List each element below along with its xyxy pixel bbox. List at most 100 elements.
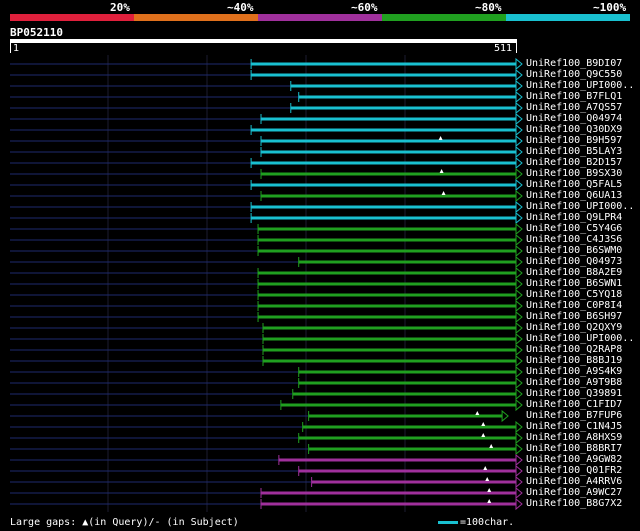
hit-aligned-bar[interactable] [251,183,516,187]
hit-aligned-bar[interactable] [258,227,516,231]
hit-aligned-bar[interactable] [308,414,503,418]
hit-end-arrow [515,299,523,313]
scale-legend: =100char. [438,517,514,528]
hit-aligned-bar[interactable] [258,304,516,308]
hit-end-arrow [515,156,523,170]
hit-label[interactable]: UniRef100_Q04974 [526,114,622,124]
hit-label[interactable]: UniRef100_B2D157 [526,158,622,168]
hit-label[interactable]: UniRef100_Q5FAL5 [526,180,622,190]
hit-aligned-bar[interactable] [298,95,516,99]
hit-aligned-bar[interactable] [261,172,516,176]
hit-label[interactable]: UniRef100_B8BJ19 [526,356,622,366]
hit-label[interactable]: UniRef100_B8BRI7 [526,444,622,454]
hit-aligned-bar[interactable] [251,62,516,66]
hit-label[interactable]: UniRef100_B7FLQ1 [526,92,622,102]
hit-label[interactable]: UniRef100_B5LAY3 [526,147,622,157]
hit-end-arrow [515,134,523,148]
hit-label[interactable]: UniRef100_C4J3S6 [526,235,622,245]
hit-label[interactable]: UniRef100_A7QS57 [526,103,622,113]
hit-label[interactable]: UniRef100_Q2RAP8 [526,345,622,355]
hit-aligned-bar[interactable] [258,249,516,253]
hit-end-arrow [515,486,523,500]
gap-marker [438,136,443,140]
hit-label[interactable]: UniRef100_Q9LPR4 [526,213,622,223]
hit-aligned-bar[interactable] [251,216,516,220]
scale-bar [438,520,458,524]
hit-label[interactable]: UniRef100_B6SWN1 [526,279,622,289]
hit-label[interactable]: UniRef100_A9T9B8 [526,378,622,388]
hit-label[interactable]: UniRef100_A9WC27 [526,488,622,498]
hit-aligned-bar[interactable] [251,161,516,165]
hit-aligned-bar[interactable] [258,271,516,275]
hit-aligned-bar[interactable] [292,392,516,396]
hit-aligned-bar[interactable] [261,491,516,495]
hit-end-arrow [515,200,523,214]
hit-label[interactable]: UniRef100_A8HXS9 [526,433,622,443]
gap-marker [439,169,444,173]
hit-aligned-bar[interactable] [263,337,516,341]
hit-aligned-bar[interactable] [290,84,516,88]
hit-label[interactable]: UniRef100_UPI000.. [526,202,634,212]
hit-label[interactable]: UniRef100_A9GW82 [526,455,622,465]
hit-aligned-bar[interactable] [261,194,516,198]
hit-label[interactable]: UniRef100_Q01FR2 [526,466,622,476]
hit-aligned-bar[interactable] [261,117,516,121]
hit-label[interactable]: UniRef100_B9SX30 [526,169,622,179]
hit-aligned-bar[interactable] [261,139,516,143]
hit-end-arrow [515,145,523,159]
gap-marker [485,477,490,481]
hit-aligned-bar[interactable] [261,502,516,506]
hit-aligned-bar[interactable] [261,150,516,154]
hit-aligned-bar[interactable] [298,260,516,264]
hit-aligned-bar[interactable] [298,370,516,374]
hit-aligned-bar[interactable] [298,381,516,385]
hit-label[interactable]: UniRef100_C1FID7 [526,400,622,410]
hit-end-arrow [515,79,523,93]
hit-aligned-bar[interactable] [251,73,516,77]
hit-end-arrow [515,332,523,346]
hit-aligned-bar[interactable] [258,282,516,286]
hit-aligned-bar[interactable] [278,458,516,462]
hit-label[interactable]: UniRef100_B6SWM0 [526,246,622,256]
hit-aligned-bar[interactable] [258,293,516,297]
hit-aligned-bar[interactable] [280,403,516,407]
hit-aligned-bar[interactable] [258,315,516,319]
hit-label[interactable]: UniRef100_A9S4K9 [526,367,622,377]
hit-aligned-bar[interactable] [290,106,516,110]
hit-end-arrow [515,354,523,368]
hit-end-arrow [515,123,523,137]
hit-label[interactable]: UniRef100_B9DI07 [526,59,622,69]
hit-label[interactable]: UniRef100_B7FUP6 [526,411,622,421]
hit-label[interactable]: UniRef100_UPI000.. [526,334,634,344]
hit-label[interactable]: UniRef100_B6SH97 [526,312,622,322]
hit-aligned-bar[interactable] [263,348,516,352]
hit-label[interactable]: UniRef100_C1N4J5 [526,422,622,432]
hit-label[interactable]: UniRef100_C5Y4G6 [526,224,622,234]
hit-label[interactable]: UniRef100_UPI000.. [526,81,634,91]
hit-aligned-bar[interactable] [263,359,516,363]
hit-end-arrow [515,57,523,71]
hit-end-arrow [515,211,523,225]
hit-end-arrow [515,244,523,258]
hit-label[interactable]: UniRef100_Q9C550 [526,70,622,80]
hit-label[interactable]: UniRef100_Q2QXY9 [526,323,622,333]
gap-marker [481,433,486,437]
hit-end-arrow [515,167,523,181]
hit-label[interactable]: UniRef100_B8G7X2 [526,499,622,509]
hit-aligned-bar[interactable] [308,447,516,451]
hit-label[interactable]: UniRef100_Q6UA13 [526,191,622,201]
hit-aligned-bar[interactable] [251,128,516,132]
hit-aligned-bar[interactable] [263,326,516,330]
hit-label[interactable]: UniRef100_A4RRV6 [526,477,622,487]
hit-label[interactable]: UniRef100_Q30DX9 [526,125,622,135]
hit-label[interactable]: UniRef100_B9H597 [526,136,622,146]
hit-aligned-bar[interactable] [258,238,516,242]
hit-end-arrow [515,112,523,126]
hit-label[interactable]: UniRef100_Q39891 [526,389,622,399]
hit-label[interactable]: UniRef100_C0P8I4 [526,301,622,311]
hit-label[interactable]: UniRef100_C5YQ18 [526,290,622,300]
hit-label[interactable]: UniRef100_Q04973 [526,257,622,267]
hit-end-arrow [515,255,523,269]
hit-label[interactable]: UniRef100_B8A2E9 [526,268,622,278]
hit-aligned-bar[interactable] [251,205,516,209]
